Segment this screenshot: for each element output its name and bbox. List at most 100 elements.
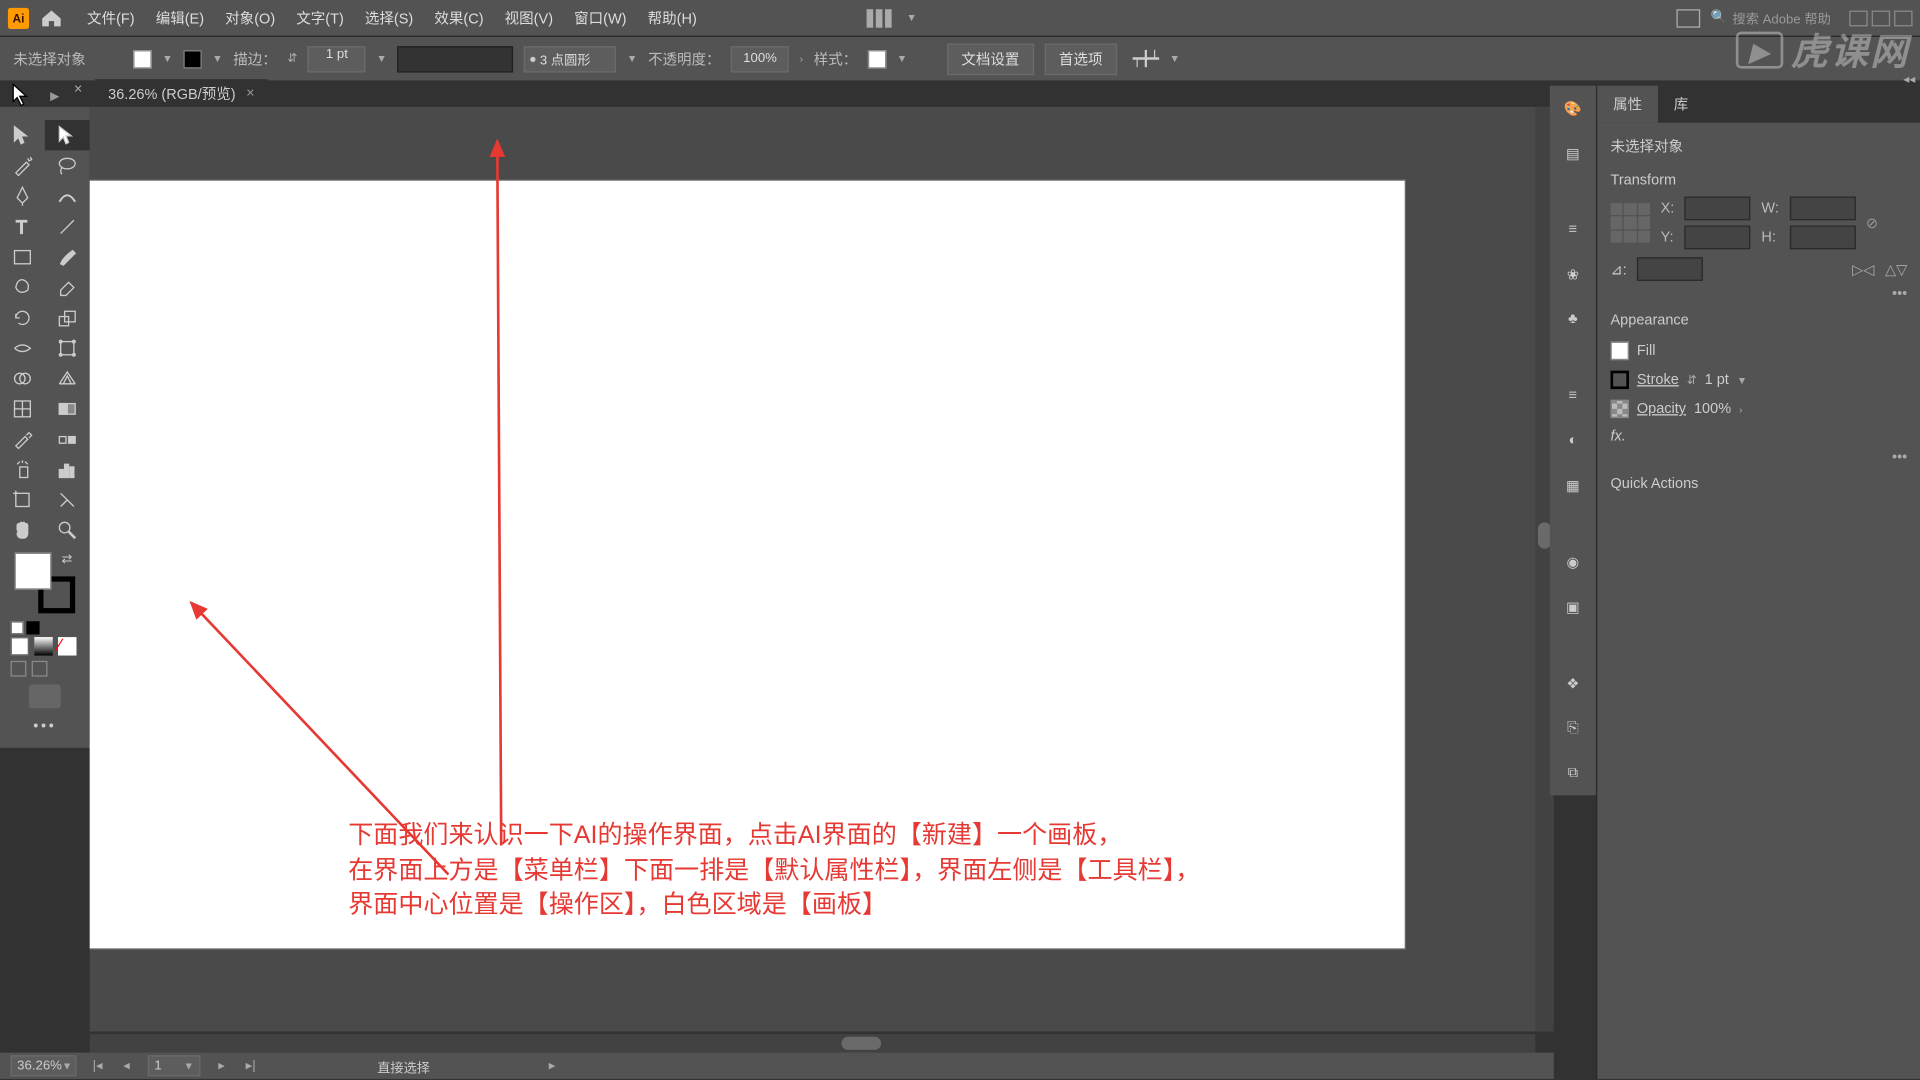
menu-object[interactable]: 对象(O) xyxy=(225,7,275,28)
fill-stroke-color[interactable]: ⇄ xyxy=(15,553,76,614)
opacity-input[interactable]: 100% xyxy=(731,46,789,72)
document-tab[interactable]: 36.26% (RGB/预览) × xyxy=(95,79,268,108)
stroke-swatch[interactable] xyxy=(1610,371,1628,389)
eyedropper-tool-icon[interactable] xyxy=(0,423,45,453)
artboard-nav-input[interactable]: 1▼ xyxy=(148,1055,201,1076)
document-setup-button[interactable]: 文档设置 xyxy=(947,43,1034,75)
more-options-icon[interactable]: ••• xyxy=(1610,450,1907,466)
line-tool-icon[interactable] xyxy=(45,211,90,241)
zoom-select[interactable]: 36.26%▼ xyxy=(11,1055,77,1076)
chevron-down-icon[interactable]: ▼ xyxy=(1737,374,1747,386)
preferences-button[interactable]: 首选项 xyxy=(1044,43,1117,75)
chevron-down-icon[interactable]: ▼ xyxy=(1170,53,1180,65)
scale-tool-icon[interactable] xyxy=(45,302,90,332)
fill-swatch[interactable] xyxy=(1610,342,1628,360)
next-artboard-icon[interactable]: ▸ xyxy=(214,1058,230,1073)
chevron-right-icon[interactable]: › xyxy=(800,53,804,65)
transform-w-input[interactable] xyxy=(1789,197,1855,221)
align-icon[interactable]: ┯╋┷ xyxy=(1133,50,1159,67)
opacity-value[interactable]: 100% xyxy=(1694,401,1731,417)
chevron-down-icon[interactable]: ▼ xyxy=(627,53,637,65)
type-tool-icon[interactable]: T xyxy=(0,211,45,241)
menu-file[interactable]: 文件(F) xyxy=(87,7,135,28)
mesh-tool-icon[interactable] xyxy=(0,393,45,423)
fill-swatch[interactable] xyxy=(133,49,151,67)
more-options-icon[interactable]: ••• xyxy=(1610,286,1907,302)
reference-point-selector[interactable] xyxy=(1610,203,1650,243)
direct-selection-tool-icon[interactable] xyxy=(45,120,90,150)
last-artboard-icon[interactable]: ▸| xyxy=(243,1058,259,1073)
rotate-input[interactable] xyxy=(1637,257,1703,281)
symbol-sprayer-tool-icon[interactable] xyxy=(0,454,45,484)
link-wh-icon[interactable]: ⊘ xyxy=(1866,214,1878,231)
gradient-tool-icon[interactable] xyxy=(45,393,90,423)
selection-tool-icon[interactable] xyxy=(0,120,45,150)
stroke-label[interactable]: Stroke xyxy=(1637,372,1679,388)
paintbrush-tool-icon[interactable] xyxy=(45,241,90,271)
transparency-panel-icon[interactable]: ▦ xyxy=(1558,471,1587,500)
slice-tool-icon[interactable] xyxy=(45,484,90,514)
layers-panel-icon[interactable]: ❖ xyxy=(1558,669,1587,698)
graphic-styles-panel-icon[interactable]: ▣ xyxy=(1558,592,1587,621)
home-icon[interactable] xyxy=(40,9,64,27)
stroke-panel-icon[interactable]: ≡ xyxy=(1558,381,1587,410)
clubs-panel-icon[interactable]: ♣ xyxy=(1558,305,1587,334)
none-mode-icon[interactable]: ∕ xyxy=(58,637,76,655)
swatches-panel-icon[interactable]: ▤ xyxy=(1558,138,1587,167)
blend-tool-icon[interactable] xyxy=(45,423,90,453)
gradient-mode-icon[interactable] xyxy=(34,637,52,655)
curvature-tool-icon[interactable] xyxy=(45,181,90,211)
opacity-swatch[interactable] xyxy=(1610,400,1628,418)
arrange-docs-icon[interactable] xyxy=(1677,9,1701,27)
graphic-style-swatch[interactable] xyxy=(868,49,886,67)
status-play-icon[interactable]: ▸ xyxy=(549,1058,556,1073)
transform-y-input[interactable] xyxy=(1685,226,1751,250)
workspace-switcher-icon[interactable] xyxy=(867,9,896,27)
prev-artboard-icon[interactable]: ◂ xyxy=(119,1058,135,1073)
free-transform-tool-icon[interactable] xyxy=(45,332,90,362)
shaper-tool-icon[interactable] xyxy=(0,272,45,302)
hand-tool-icon[interactable] xyxy=(0,514,45,544)
artboards-panel-icon[interactable]: ⧉ xyxy=(1558,758,1587,787)
default-fill-icon[interactable] xyxy=(11,621,24,634)
rotate-tool-icon[interactable] xyxy=(0,302,45,332)
chevron-down-icon[interactable]: ▼ xyxy=(212,53,222,65)
canvas-area[interactable]: 下面我们来认识一下AI的操作界面，点击AI界面的【新建】一个画板， 在界面上方是… xyxy=(90,107,1554,1032)
gradient-panel-icon[interactable]: ◐ xyxy=(1558,426,1587,455)
stroke-weight-input[interactable]: 1 pt xyxy=(308,46,366,72)
swap-colors-icon[interactable]: ⇄ xyxy=(61,553,72,568)
menu-help[interactable]: 帮助(H) xyxy=(648,7,697,28)
transform-h-input[interactable] xyxy=(1789,226,1855,250)
menu-type[interactable]: 文字(T) xyxy=(296,7,344,28)
chevron-right-icon[interactable]: › xyxy=(1739,403,1743,415)
artboard-tool-icon[interactable] xyxy=(0,484,45,514)
pen-tool-icon[interactable] xyxy=(0,181,45,211)
tab-close-icon[interactable]: × xyxy=(74,82,82,98)
screen-mode-icon[interactable] xyxy=(11,661,27,677)
lasso-tool-icon[interactable] xyxy=(45,150,90,180)
column-graph-tool-icon[interactable] xyxy=(45,454,90,484)
artboard[interactable]: 下面我们来认识一下AI的操作界面，点击AI界面的【新建】一个画板， 在界面上方是… xyxy=(90,181,1405,949)
flip-h-icon[interactable]: ▷◁ xyxy=(1852,261,1874,278)
appearance-panel-icon[interactable]: ◉ xyxy=(1558,547,1587,576)
width-tool-icon[interactable] xyxy=(0,332,45,362)
default-stroke-icon[interactable] xyxy=(26,621,39,634)
brushes-panel-icon[interactable]: ≡ xyxy=(1558,215,1587,244)
transform-x-input[interactable] xyxy=(1685,197,1751,221)
tab-close-icon[interactable]: × xyxy=(246,86,254,102)
color-panel-icon[interactable]: 🎨 xyxy=(1558,94,1587,123)
perspective-grid-tool-icon[interactable] xyxy=(45,363,90,393)
horizontal-scrollbar[interactable] xyxy=(90,1034,1536,1052)
chevron-right-icon[interactable]: ▸ xyxy=(50,84,59,106)
eraser-tool-icon[interactable] xyxy=(45,272,90,302)
fx-label[interactable]: fx. xyxy=(1610,429,1625,445)
chevron-down-icon[interactable]: ▼ xyxy=(906,12,916,24)
shape-builder-tool-icon[interactable] xyxy=(0,363,45,393)
stroke-swatch[interactable] xyxy=(183,49,201,67)
chevron-down-icon[interactable]: ▼ xyxy=(162,53,172,65)
symbols-panel-icon[interactable]: ❀ xyxy=(1558,260,1587,289)
menu-view[interactable]: 视图(V) xyxy=(505,7,553,28)
edit-toolbar-icon[interactable]: ••• xyxy=(0,714,90,740)
menu-select[interactable]: 选择(S) xyxy=(365,7,413,28)
asset-export-panel-icon[interactable]: ⎘ xyxy=(1558,714,1587,743)
